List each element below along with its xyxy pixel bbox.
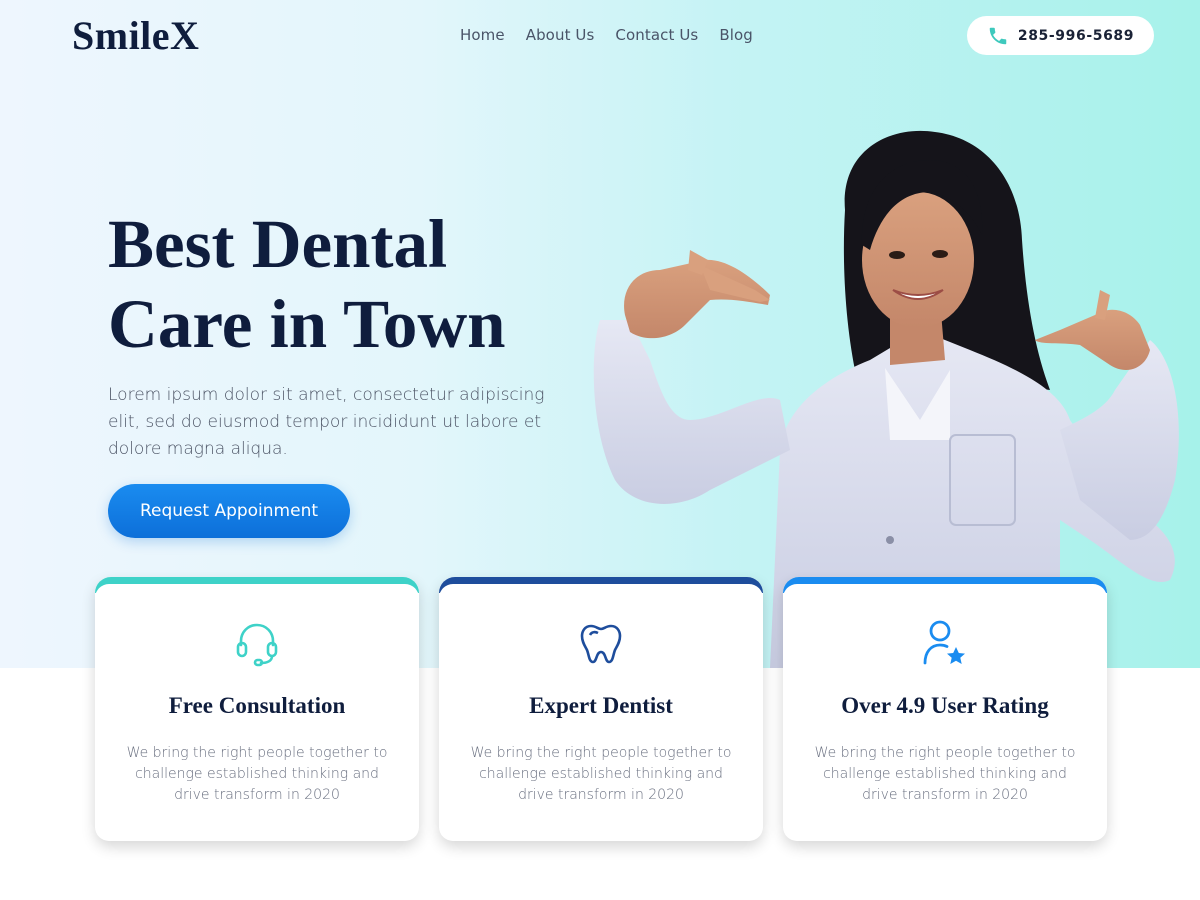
main-nav: Home About Us Contact Us Blog [460,26,753,44]
nav-home[interactable]: Home [460,26,505,44]
nav-contact-us[interactable]: Contact Us [615,26,698,44]
tooth-icon [580,624,622,664]
phone-number: 285-996-5689 [1017,27,1135,44]
user-star-icon [923,620,965,665]
card-text: We bring the right people together to ch… [126,745,388,803]
nav-about-us[interactable]: About Us [526,26,595,44]
brand-logo[interactable]: SmileX [72,12,199,59]
phone-button[interactable]: 285-996-5689 [967,16,1154,55]
headset-icon [236,623,278,667]
feature-card-user-rating: Over 4.9 User Rating We bring the right … [783,577,1107,841]
card-text: We bring the right people together to ch… [470,745,732,803]
card-title: Free Consultation [168,693,346,718]
nav-blog[interactable]: Blog [719,26,753,44]
phone-icon [989,27,1007,44]
request-appointment-button[interactable]: Request Appoinment [108,484,350,538]
hero-description: Lorem ipsum dolor sit amet, consectetur … [108,385,545,459]
feature-card-free-consultation: Free Consultation We bring the right peo… [95,577,419,841]
feature-card-expert-dentist: Expert Dentist We bring the right people… [439,577,763,841]
card-title: Over 4.9 User Rating [841,693,1049,718]
card-title: Expert Dentist [529,693,673,718]
card-text: We bring the right people together to ch… [814,745,1076,803]
hero-title: Best Dental Care in Town [108,206,506,362]
